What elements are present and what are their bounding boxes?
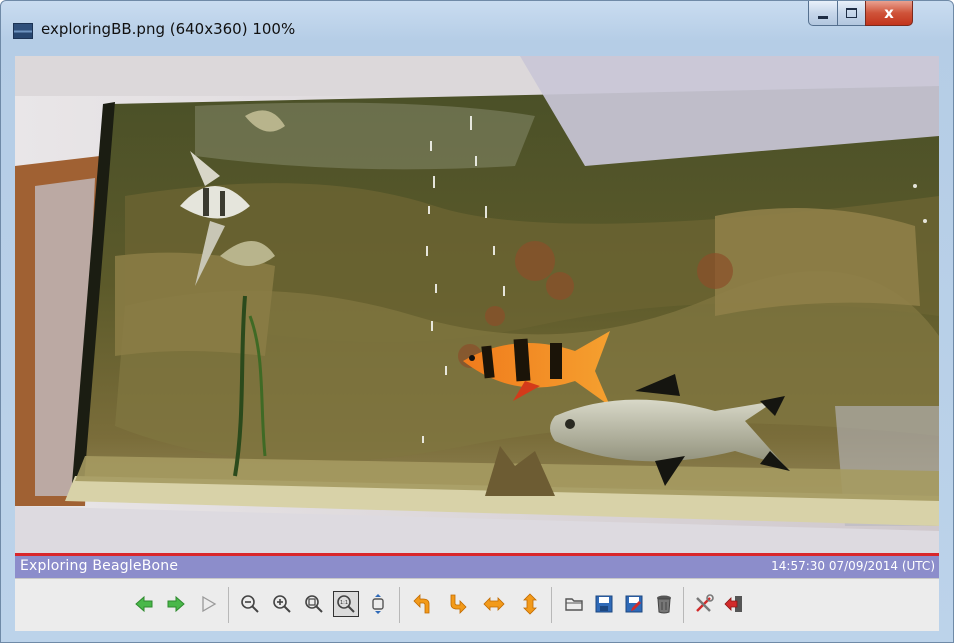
flip-horizontal-button[interactable] [481,591,507,617]
next-icon [167,595,185,613]
save-icon [595,595,613,613]
zoom-fit-button[interactable] [301,591,327,617]
title-bar[interactable]: exploringBB.png (640x360) 100% x [1,1,953,51]
maximize-icon [846,8,857,18]
settings-tools-icon [696,594,714,612]
flip-vertical-icon [523,593,537,615]
flip-vertical-button[interactable] [517,591,543,617]
close-button[interactable]: x [865,1,913,26]
exit-icon [724,596,742,612]
exit-button[interactable] [721,591,747,617]
zoom-in-icon [273,595,291,613]
zoom-in-button[interactable] [269,591,295,617]
rotate-right-button[interactable] [445,591,471,617]
maximize-button[interactable] [837,1,866,26]
close-icon: x [884,3,894,22]
next-button[interactable] [163,591,189,617]
fit-window-icon [372,594,384,614]
toolbar-separator [683,587,684,623]
status-caption: Exploring BeagleBone [20,558,179,574]
aquarium-photo [15,56,939,553]
rotate-left-button[interactable] [409,591,435,617]
minimize-button[interactable] [808,1,838,26]
flip-horizontal-icon [483,597,505,611]
delete-icon [657,595,671,614]
app-icon [13,23,33,39]
minimize-icon [818,15,828,19]
zoom-actual-size-button[interactable]: 1:1 [333,591,359,617]
zoom-actual-label: 1:1 [340,600,348,606]
previous-icon [135,595,153,613]
open-folder-icon [565,598,583,611]
rotate-left-icon [413,594,430,614]
image-canvas[interactable] [15,56,939,553]
zoom-out-icon [241,595,259,613]
status-bar: Exploring BeagleBone 14:57:30 07/09/2014… [15,553,939,578]
open-button[interactable] [561,591,587,617]
fit-window-button[interactable] [365,591,391,617]
delete-button[interactable] [651,591,677,617]
save-as-button[interactable] [621,591,647,617]
status-timestamp: 14:57:30 07/09/2014 (UTC) [771,559,935,573]
previous-button[interactable] [131,591,157,617]
toolbar-separator [399,587,400,623]
zoom-out-button[interactable] [237,591,263,617]
window-title: exploringBB.png (640x360) 100% [41,20,296,38]
settings-button[interactable] [691,591,717,617]
zoom-actual-size-icon: 1:1 [337,595,355,613]
save-button[interactable] [591,591,617,617]
save-as-icon [625,595,643,613]
toolbar-separator [228,587,229,623]
zoom-fit-icon [305,595,323,613]
image-viewer-window: exploringBB.png (640x360) 100% x Explori… [0,0,954,643]
toolbar-separator [551,587,552,623]
rotate-right-icon [450,594,467,614]
play-icon [202,595,217,613]
toolbar: 1:1 [15,578,939,631]
play-button[interactable] [195,591,221,617]
